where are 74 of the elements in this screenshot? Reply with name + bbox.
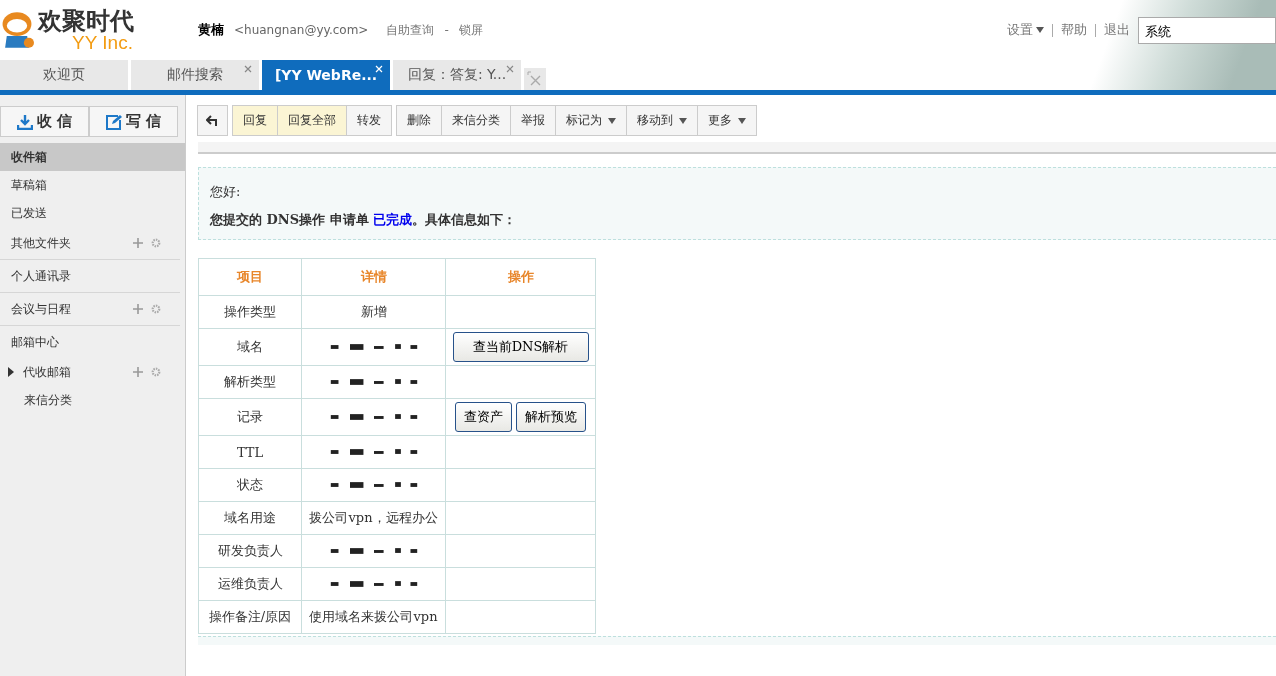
toolbar-button[interactable]: 删除 bbox=[396, 105, 442, 136]
table-cell: TTL bbox=[198, 435, 302, 469]
table-cell: 使用域名来拨公司vpn bbox=[301, 600, 446, 634]
table-cell: 操作备注/原因 bbox=[198, 600, 302, 634]
back-arrow-icon bbox=[205, 114, 220, 127]
message-text: 您提交的 DNS操作 申请单 已完成。具体信息如下： bbox=[210, 211, 518, 229]
toolbar-button[interactable]: 回复全部 bbox=[277, 105, 347, 136]
header-link[interactable]: 锁屏 bbox=[458, 21, 483, 39]
top-link[interactable]: 设置 bbox=[1007, 21, 1044, 39]
toolbar-button[interactable]: 更多 bbox=[697, 105, 757, 136]
logo-name: 欢聚时代 bbox=[38, 8, 134, 33]
table-cell: 记录 bbox=[198, 398, 302, 436]
plus-icon[interactable] bbox=[133, 304, 143, 314]
greeting-text: 您好: bbox=[210, 183, 242, 201]
edit-icon bbox=[105, 113, 122, 130]
top-link[interactable]: 退出 bbox=[1104, 21, 1130, 39]
column-header: 详情 bbox=[301, 258, 446, 296]
action-button[interactable]: 查当前DNS解析 bbox=[452, 332, 589, 362]
folder-item[interactable]: 代收邮箱 bbox=[0, 358, 185, 386]
close-all-icon[interactable] bbox=[524, 68, 546, 90]
plus-icon[interactable] bbox=[133, 367, 143, 377]
folder-item[interactable]: 收件箱 bbox=[0, 143, 185, 171]
search-field[interactable]: 系统 bbox=[1138, 16, 1276, 44]
gear-icon[interactable] bbox=[151, 238, 161, 248]
tab[interactable]: 邮件搜索 bbox=[131, 60, 259, 90]
toolbar-button[interactable]: 举报 bbox=[510, 105, 556, 136]
toolbar-button[interactable]: 移动到 bbox=[626, 105, 698, 136]
plus-icon[interactable] bbox=[133, 238, 143, 248]
action-button[interactable]: 解析预览 bbox=[516, 402, 586, 432]
caret-icon bbox=[679, 117, 687, 124]
logo-subtitle: YY Inc. bbox=[72, 32, 133, 52]
table-cell: 研发负责人 bbox=[198, 534, 302, 568]
caret-icon bbox=[1036, 27, 1044, 33]
tab[interactable]: 回复：答复: Y... bbox=[393, 60, 521, 90]
folder-item[interactable]: 草稿箱 bbox=[0, 171, 185, 199]
top-link[interactable]: 帮助 bbox=[1061, 21, 1087, 39]
folder-item[interactable]: 个人通讯录 bbox=[0, 260, 180, 293]
folder-item[interactable]: 邮箱中心 bbox=[0, 326, 180, 358]
close-icon[interactable] bbox=[506, 65, 514, 73]
header-link[interactable]: 自助查询 bbox=[386, 21, 435, 39]
tab[interactable]: 欢迎页 bbox=[0, 60, 128, 90]
header-link[interactable]: - bbox=[444, 23, 449, 37]
caret-icon bbox=[738, 117, 746, 124]
toolbar-button[interactable]: 回复 bbox=[232, 105, 278, 136]
column-header: 操作 bbox=[445, 258, 596, 296]
table-cell: 拨公司vpn，远程办公 bbox=[301, 501, 446, 535]
back-button[interactable] bbox=[197, 105, 228, 136]
action-button[interactable]: 查资产 bbox=[455, 402, 512, 432]
compose-button[interactable]: 写 信 bbox=[89, 106, 178, 137]
folder-item[interactable]: 会议与日程 bbox=[0, 293, 180, 326]
expand-arrow-icon[interactable] bbox=[8, 367, 14, 377]
user-name: 黄楠 bbox=[198, 21, 224, 39]
gear-icon[interactable] bbox=[151, 304, 161, 314]
table-cell: 状态 bbox=[198, 468, 302, 502]
table-cell: 新增 bbox=[301, 295, 446, 329]
close-icon[interactable] bbox=[244, 65, 252, 73]
table-cell: 运维负责人 bbox=[198, 567, 302, 601]
gear-icon[interactable] bbox=[151, 367, 161, 377]
tab[interactable]: [YY WebRe... bbox=[262, 60, 390, 90]
caret-icon bbox=[608, 117, 616, 124]
toolbar-button[interactable]: 转发 bbox=[346, 105, 392, 136]
folder-item[interactable]: 其他文件夹 bbox=[0, 227, 180, 260]
download-icon bbox=[16, 113, 33, 130]
table-cell: 域名 bbox=[198, 328, 302, 366]
table-cell: 操作类型 bbox=[198, 295, 302, 329]
compose-button[interactable]: 收 信 bbox=[0, 106, 89, 137]
folder-item[interactable]: 来信分类 bbox=[0, 386, 185, 414]
user-email: <huangnan@yy.com> bbox=[234, 23, 369, 37]
toolbar-button[interactable]: 标记为 bbox=[555, 105, 627, 136]
folder-item[interactable]: 已发送 bbox=[0, 199, 185, 227]
column-header: 项目 bbox=[198, 258, 302, 296]
table-cell: 域名用途 bbox=[198, 501, 302, 535]
toolbar-button[interactable]: 来信分类 bbox=[441, 105, 511, 136]
table-cell: 解析类型 bbox=[198, 365, 302, 399]
